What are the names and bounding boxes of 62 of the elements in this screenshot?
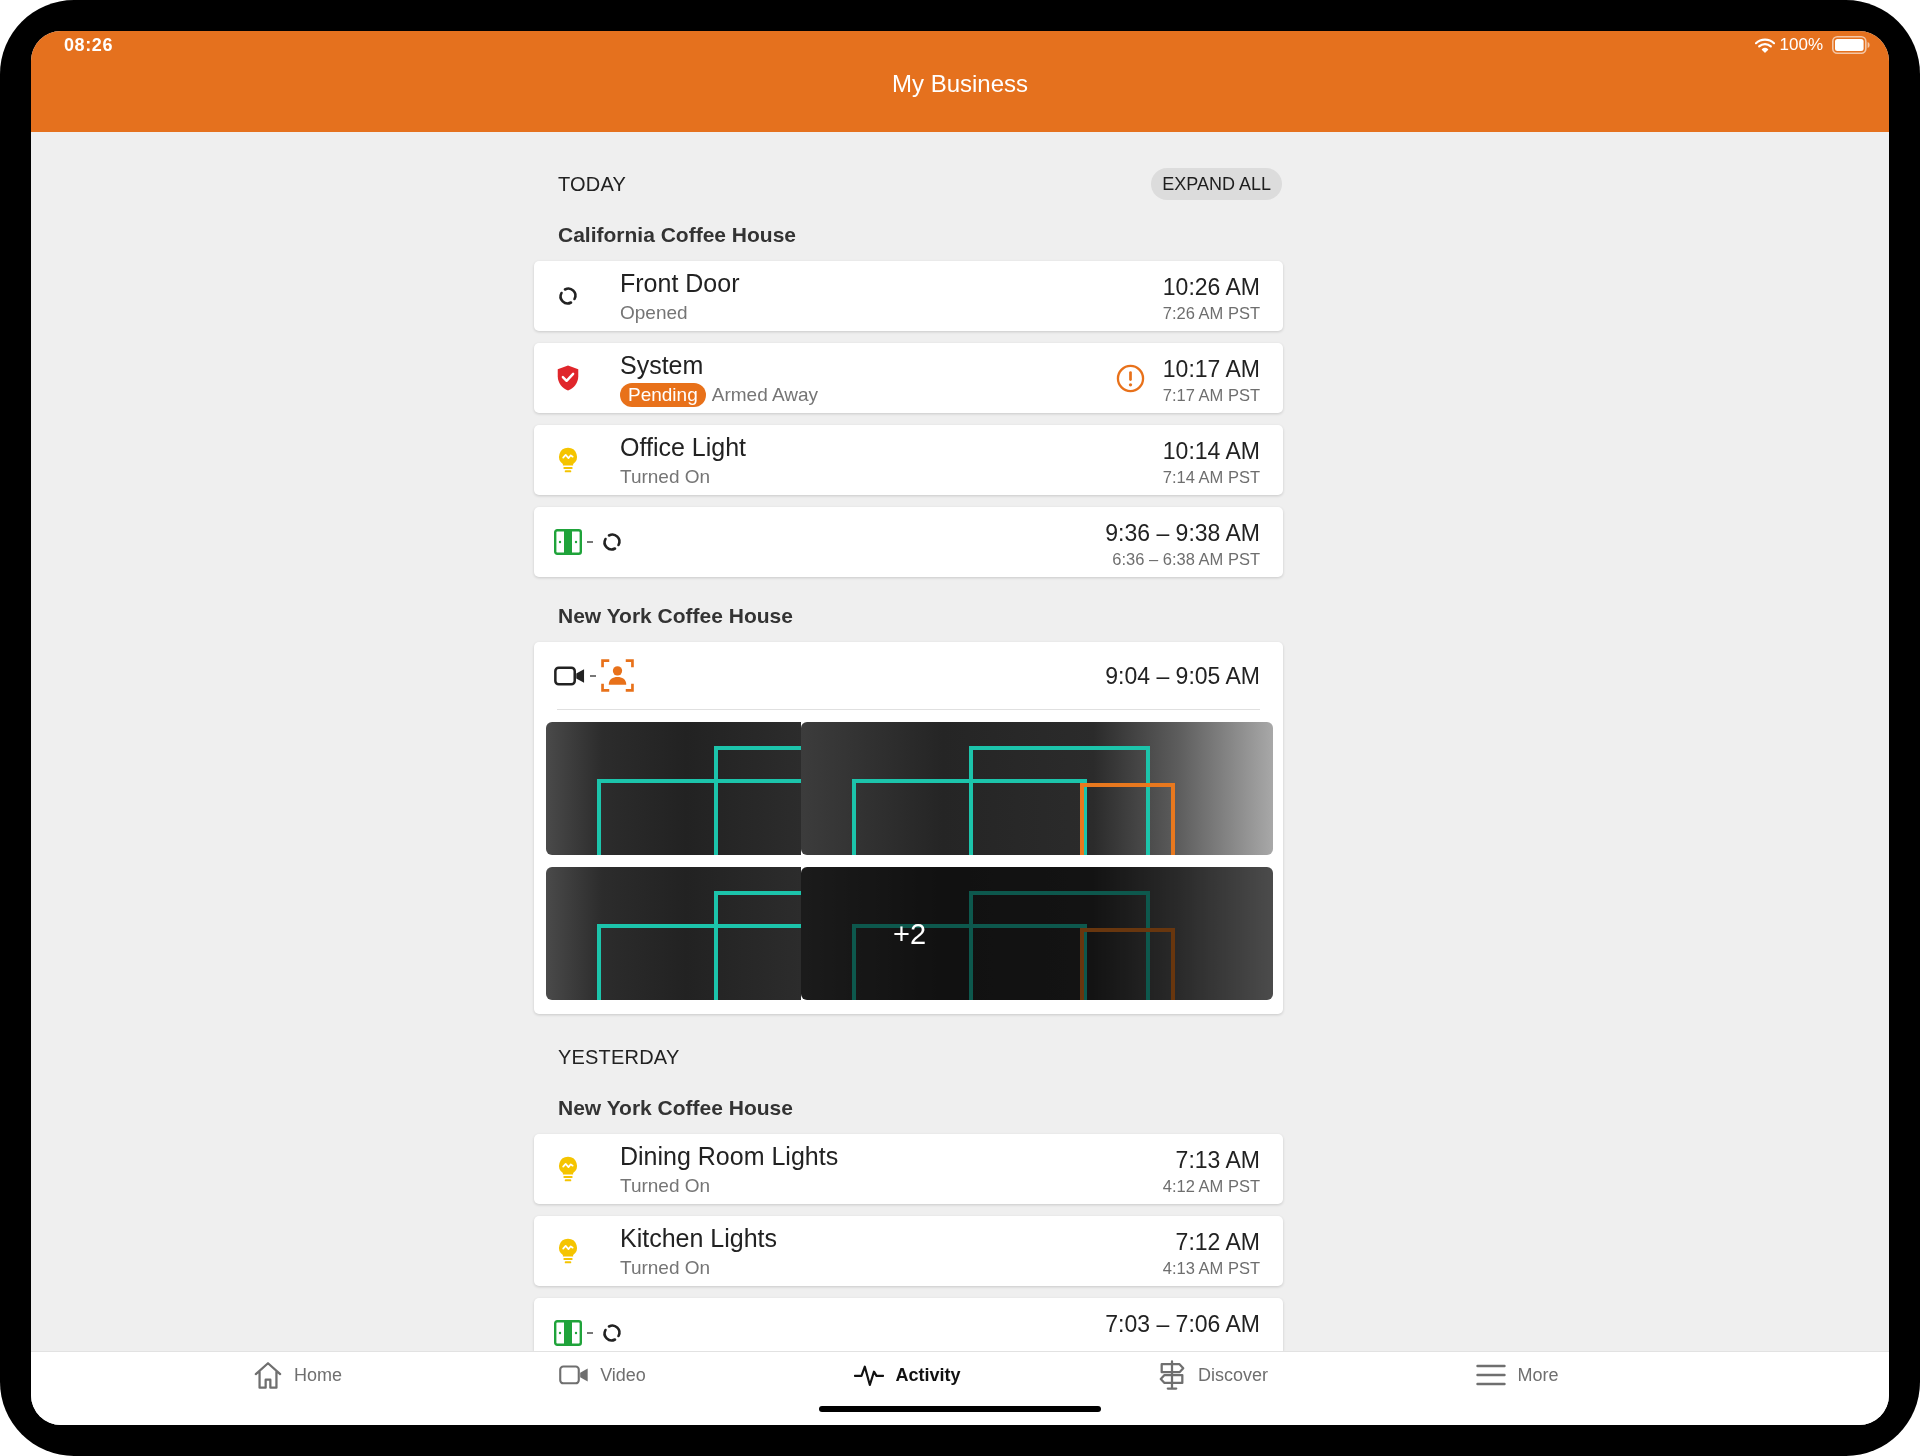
event-title: System [620,351,705,379]
dash-icon [587,1332,593,1334]
local-time: 4:12 AM PST [1162,1176,1260,1196]
door-icon [554,1320,582,1346]
event-card[interactable]: 9:36 – 9:38 AM 6:36 – 6:38 AM PST [534,507,1283,577]
event-title: Dining Room Lights [620,1142,840,1170]
video-camera-icon [554,665,585,686]
door-icon [554,529,582,555]
event-card[interactable]: System Pending Armed Away 10:17 AM 7:17 AM PST [534,343,1283,413]
status-time: 08:26 [64,34,114,56]
event-detail: Turned On [620,1175,711,1197]
event-detail: Opened [620,302,688,324]
event-time: 9:36 – 9:38 AM [1105,520,1260,546]
event-detail: Armed Away [711,384,819,406]
location-heading: California Coffee House [557,223,798,247]
event-card[interactable]: Front Door Opened 10:26 AM 7:26 AM PST [534,261,1283,331]
local-time: 4:13 AM PST [1162,1258,1260,1278]
local-time: 7:17 AM PST [1162,385,1260,405]
more-count: +2 [892,916,927,951]
home-icon [253,1360,283,1390]
day-heading: YESTERDAY [557,1045,680,1069]
event-title: Office Light [620,433,747,461]
wifi-icon [1754,37,1775,53]
local-time: 7:14 AM PST [1162,467,1260,487]
event-detail: Turned On [620,1257,711,1279]
event-title: Front Door [620,269,741,297]
tab[interactable]: Home [145,1359,450,1391]
photo-placeholder[interactable] [801,722,1273,855]
tab[interactable]: More [1365,1359,1670,1391]
battery-percent: 100% [1779,35,1823,55]
photo-placeholder[interactable] [546,722,801,855]
event-time: 7:12 AM [1175,1229,1260,1255]
location-heading: New York Coffee House [557,1096,794,1120]
dash-icon [590,674,596,677]
event-card[interactable]: Kitchen Lights Turned On 7:12 AM 4:13 AM PST [534,1216,1283,1286]
signpost-icon [1157,1360,1187,1390]
event-time: 10:26 AM [1162,274,1260,300]
event-time: 10:14 AM [1162,438,1260,464]
event-card[interactable]: Dining Room Lights Turned On 7:13 AM 4:12 AM PST [534,1134,1283,1204]
event-time: 7:03 – 7:06 AM [1105,1311,1260,1337]
event-card[interactable]: Office Light Turned On 10:14 AM 7:14 AM PST [534,425,1283,495]
tab[interactable]: Discover [1060,1359,1365,1391]
dash-icon [587,541,593,543]
day-heading: TODAY [557,172,627,196]
battery-icon [1832,36,1870,54]
expand-all-button[interactable]: EXPAND ALL [1151,168,1282,200]
event-card[interactable]: 7:03 – 7:06 AM [534,1298,1283,1351]
photo-placeholder[interactable] [546,867,801,1000]
event-card[interactable]: 9:04 – 9:05 AM +2 [534,642,1283,1014]
event-time: 7:13 AM [1175,1147,1260,1173]
event-detail: Turned On [620,466,711,488]
tab[interactable]: Video [450,1359,755,1391]
header-title: My Business [891,70,1028,98]
tab[interactable]: Activity [755,1359,1060,1391]
local-time: 7:26 AM PST [1162,303,1260,323]
person-detection-icon [601,659,634,692]
event-time: 9:04 – 9:05 AM [1105,662,1260,689]
event-title: Kitchen Lights [620,1224,779,1252]
event-time: 10:17 AM [1162,356,1260,382]
location-heading: New York Coffee House [557,604,794,628]
local-time: 6:36 – 6:38 AM PST [1112,549,1260,569]
status-badge: Pending [620,383,706,407]
